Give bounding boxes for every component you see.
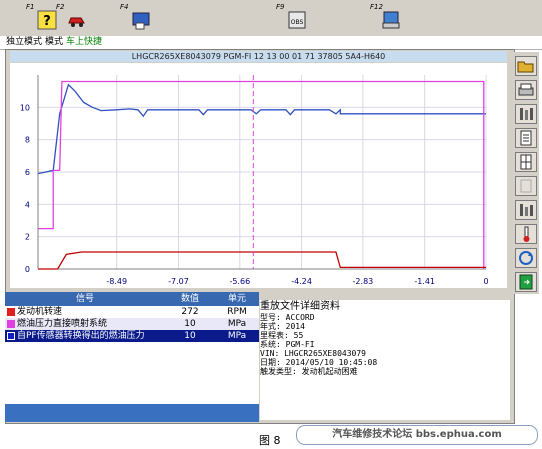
svg-text:?: ?: [43, 14, 51, 29]
refresh-button[interactable]: [515, 248, 537, 268]
x-tick-label: -4.24: [291, 277, 312, 286]
y-tick-label: 6: [25, 168, 30, 177]
replay-detail-panel: 重放文件详细资料 型号: ACCORD 年式: 2014 里程表: 55 系统:…: [260, 300, 510, 420]
x-tick-label: -1.41: [414, 277, 435, 286]
detail-model: 型号: ACCORD: [260, 313, 315, 322]
y-tick-label: 2: [25, 233, 30, 242]
header-signal: 信号: [75, 294, 94, 304]
temperature-button[interactable]: [515, 224, 537, 244]
svg-text:OBS: OBS: [291, 19, 304, 26]
detail-vin: VIN: LHGCR265XE8043079: [260, 349, 366, 358]
x-tick-label: -5.66: [229, 277, 250, 286]
data-record-icon: [132, 12, 150, 30]
y-tick-label: 0: [25, 265, 30, 274]
disabled-button[interactable]: [515, 176, 537, 196]
thermometer-icon: [523, 226, 530, 242]
figure-caption: 图 8: [259, 434, 281, 447]
mode-label: 模式: [45, 37, 64, 47]
split-icon: [520, 154, 532, 170]
detail-odometer: 里程表: 55: [260, 331, 304, 340]
open-file-button[interactable]: [515, 56, 537, 76]
exit-door-icon: [519, 274, 533, 290]
print-button[interactable]: [515, 80, 537, 100]
waveform-chart[interactable]: 0 2 4 6 8 10 -8.49 -7.07 -5.66 -4.24 -2.83 -1.41 0: [10, 63, 507, 288]
detail-trigger: 触发类型: 发动机起动困难: [260, 367, 358, 376]
tools-icon: [520, 108, 533, 120]
signal-row-fuel-pressure-di[interactable]: 燃油压力直接喷射系统 10 MPa: [5, 318, 259, 330]
printer-icon: [518, 83, 534, 96]
detail-title: 重放文件详细资料: [260, 301, 340, 312]
adjust-icon: [520, 204, 533, 216]
exit-button[interactable]: [515, 272, 537, 292]
x-tick-label: 0: [483, 277, 488, 286]
grid-footer: [5, 404, 259, 422]
series-swatch: [7, 332, 15, 340]
y-tick-label: 10: [20, 103, 30, 112]
grid-disabled-icon: [520, 179, 532, 193]
chart-grid: [37, 75, 487, 270]
y-tick-label: 4: [25, 200, 30, 209]
y-tick-label: 8: [25, 136, 30, 145]
forum-watermark: 汽车维修技术论坛 bbs.ephua.com: [296, 425, 538, 445]
series-line-0: [37, 83, 486, 175]
x-tick-label: -8.49: [106, 277, 127, 286]
header-unit: 单元: [227, 294, 246, 304]
signal-row-engine-speed[interactable]: 发动机转速 272 RPM: [5, 306, 259, 318]
mode-standalone-label: 独立模式: [6, 37, 43, 47]
refresh-icon: [519, 251, 533, 265]
help-question-icon: ?: [37, 10, 57, 30]
mode-onboard-label: 车上快捷: [66, 37, 103, 47]
obd-icon: OBS: [288, 11, 306, 29]
signal-grid: 信号 数值 单元 发动机转速 272 RPM 燃油压力直接喷射系统 10 MPa…: [5, 292, 259, 422]
list-icon: [520, 130, 532, 146]
detail-system: 系统: PGM-FI: [260, 340, 315, 349]
x-tick-label: -2.83: [353, 277, 374, 286]
print-screen-icon: [382, 11, 400, 29]
grid-empty-area: [5, 342, 259, 402]
settings-button[interactable]: [515, 104, 537, 124]
series-swatch: [7, 320, 15, 328]
split-view-button[interactable]: [515, 152, 537, 172]
detail-date: 日期: 2014/05/10 10:45:08: [260, 358, 378, 367]
chart-labels: 0 2 4 6 8 10 -8.49 -7.07 -5.66 -4.24 -2.83 -1.41 0: [20, 103, 489, 286]
signal-row-fuel-pressure-pf[interactable]: 自PF传感器转换得出的燃油压力 10 MPa: [5, 330, 259, 342]
car-icon: [68, 17, 85, 27]
mode-bar: 独立模式 模式 车上快捷: [0, 36, 542, 50]
adjust-button[interactable]: [515, 200, 537, 220]
x-tick-label: -7.07: [168, 277, 189, 286]
list-view-button[interactable]: [515, 128, 537, 148]
folder-open-icon: [517, 61, 534, 73]
detail-year: 年式: 2014: [260, 322, 305, 331]
series-swatch: [7, 308, 15, 316]
right-tool-sidebar: [513, 52, 539, 294]
header-value: 数值: [180, 294, 199, 304]
function-toolbar: F1 ? F2 F4 F9 OBS F12: [0, 0, 542, 37]
series-line-2: [38, 251, 486, 270]
grid-header: 信号 数值 单元: [5, 292, 259, 306]
vin-header: LHGCR265XE8043079 PGM-FI 12 13 00 01 71 …: [10, 51, 507, 62]
